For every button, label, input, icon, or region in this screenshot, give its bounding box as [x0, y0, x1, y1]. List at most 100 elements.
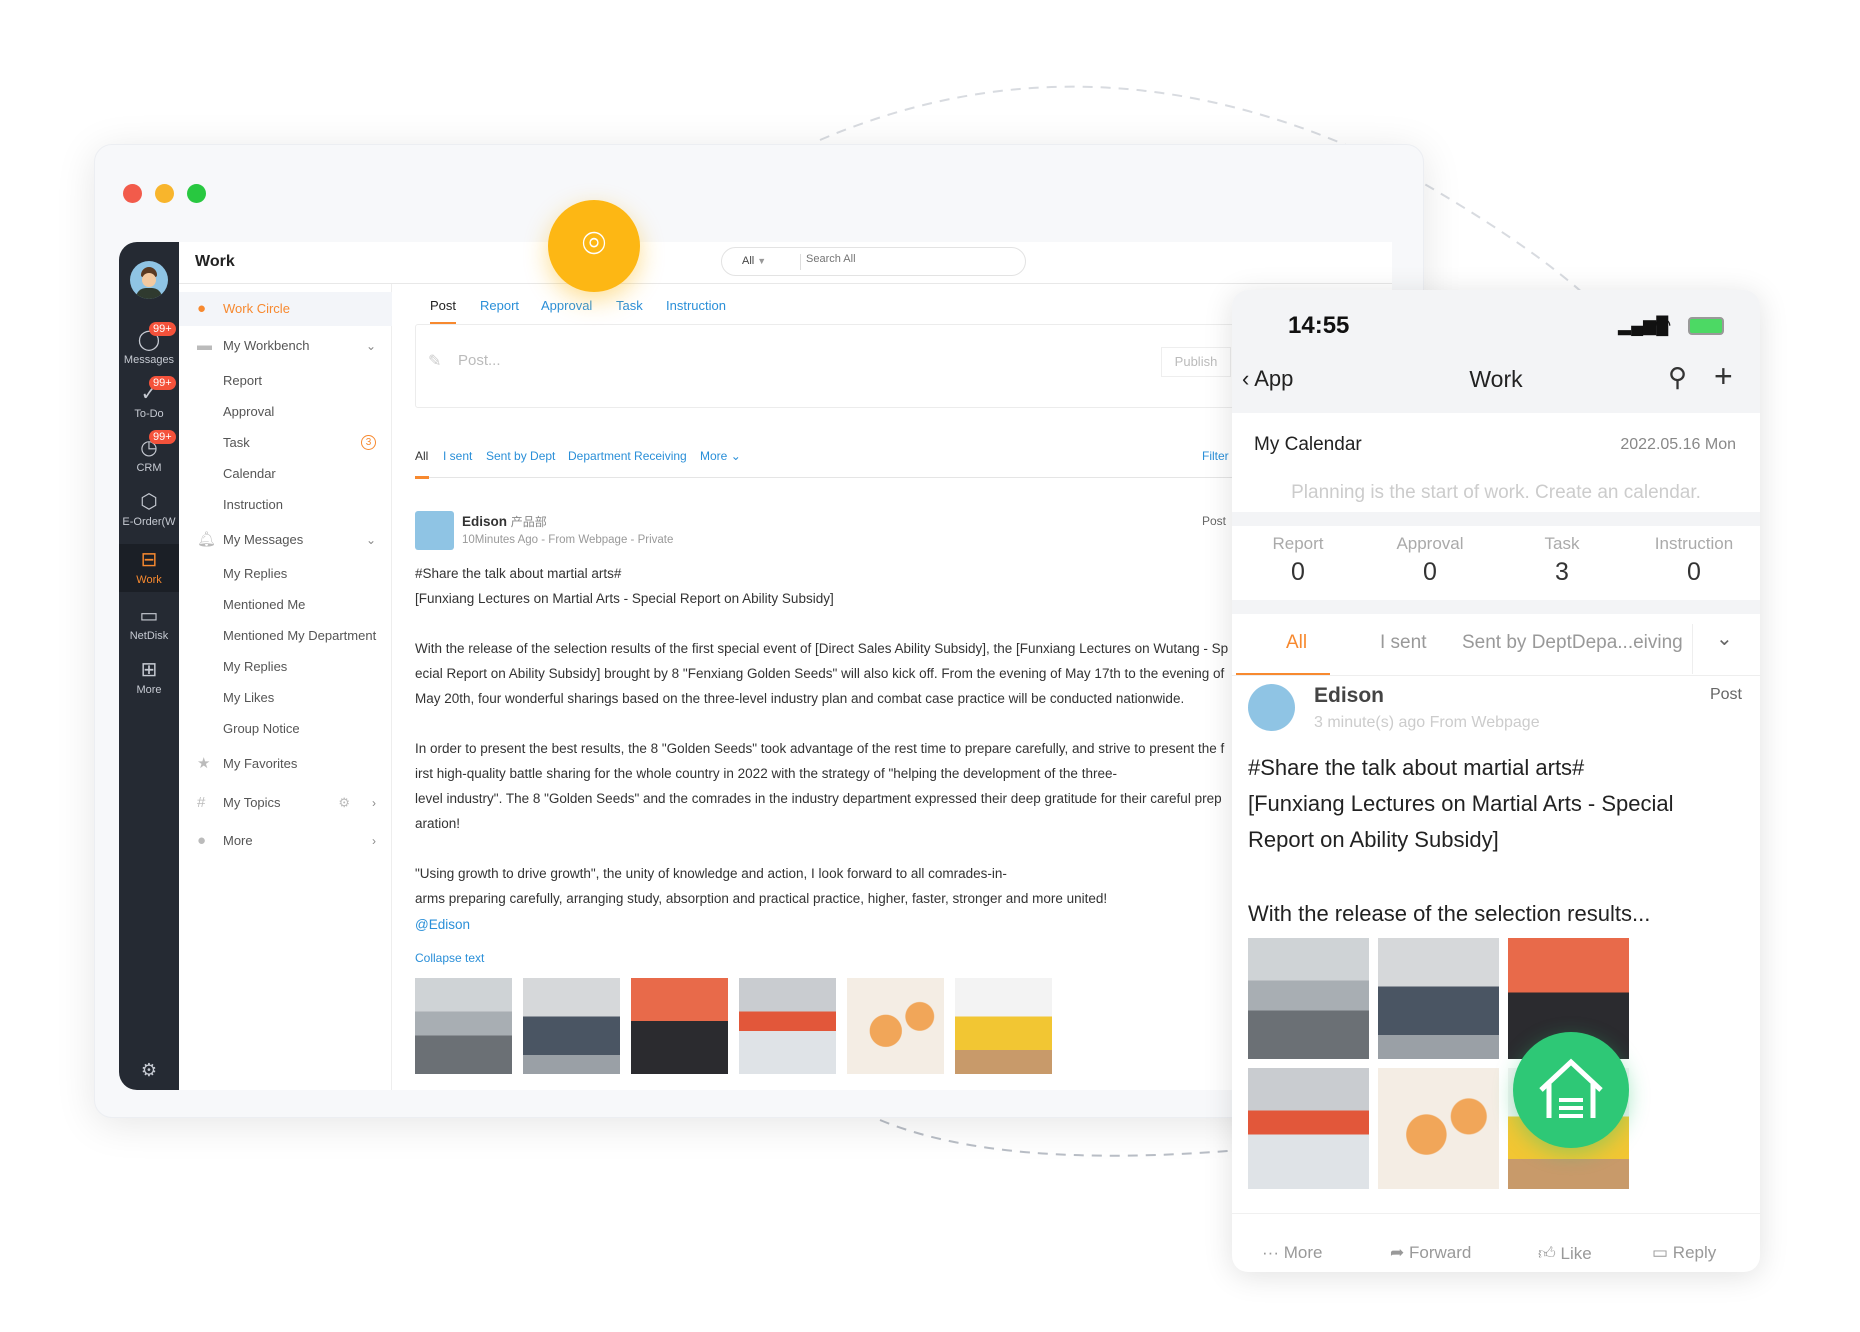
- sidebar-item-workbench[interactable]: ▬ My Workbench ⌄: [179, 331, 392, 361]
- sidebar-item-favorites[interactable]: ★ My Favorites: [179, 749, 392, 779]
- sidebar-item-work-circle[interactable]: ● Work Circle: [179, 292, 392, 326]
- filter-all[interactable]: All: [415, 449, 428, 463]
- post-photo[interactable]: [631, 978, 728, 1074]
- post-photo[interactable]: [523, 978, 620, 1074]
- search-icon[interactable]: ⚲: [1668, 362, 1687, 393]
- phone-tab-dept[interactable]: Sent by DeptDepa...eiving: [1462, 632, 1683, 654]
- sidebar-item-report[interactable]: Report: [179, 366, 392, 396]
- post-photo[interactable]: [739, 978, 836, 1074]
- search-scope-select[interactable]: All ▼: [742, 255, 766, 267]
- tab-instruction[interactable]: Instruction: [666, 298, 726, 313]
- calendar-title[interactable]: My Calendar: [1254, 434, 1362, 456]
- rail-item-more[interactable]: ⊞ More: [119, 658, 179, 696]
- sidebar-item-task[interactable]: Task 3: [179, 428, 392, 458]
- rail-item-eorder[interactable]: ⬡ E-Order(W: [119, 490, 179, 528]
- section-divider: [1232, 600, 1760, 614]
- stat-value: 0: [1291, 558, 1305, 586]
- rail-label: Work: [136, 574, 162, 586]
- stat-task[interactable]: Task 3: [1496, 534, 1628, 587]
- tab-report[interactable]: Report: [480, 298, 519, 313]
- phone-tab-i-sent[interactable]: I sent: [1380, 632, 1426, 654]
- rail-item-crm[interactable]: ◷ 99+ CRM: [119, 430, 179, 474]
- mention-link[interactable]: @Edison: [415, 917, 470, 932]
- post-photo[interactable]: [1378, 1068, 1499, 1189]
- collapse-text-link[interactable]: Collapse text: [415, 951, 484, 965]
- author-avatar[interactable]: [415, 511, 454, 550]
- rail-label: To-Do: [134, 408, 164, 420]
- top-bar: Work All ▼: [179, 242, 1392, 284]
- sidebar-item-my-messages[interactable]: 🔔︎ My Messages ⌄: [179, 525, 392, 555]
- close-window-button[interactable]: [123, 184, 142, 203]
- sidebar-label: My Topics: [223, 795, 281, 810]
- post-photo[interactable]: [847, 978, 944, 1074]
- post-author[interactable]: Edison: [1314, 684, 1384, 708]
- rail-item-todo[interactable]: ✓ 99+ To-Do: [119, 376, 179, 420]
- sidebar-item-mentioned-me[interactable]: Mentioned Me: [179, 590, 392, 620]
- post-photo[interactable]: [1378, 938, 1499, 1059]
- work-circle-icon: ●: [197, 300, 207, 317]
- stat-approval[interactable]: Approval 0: [1364, 534, 1496, 587]
- post-photo[interactable]: [1248, 1068, 1369, 1189]
- sidebar-item-instruction[interactable]: Instruction: [179, 490, 392, 520]
- stat-label: Report: [1272, 534, 1324, 553]
- settings-gear-icon[interactable]: ⚙: [119, 1060, 179, 1081]
- avatar[interactable]: [130, 261, 168, 299]
- grid-icon: ⊞: [140, 659, 158, 681]
- reply-action[interactable]: ▭ Reply: [1652, 1243, 1716, 1263]
- sidebar-item-my-likes[interactable]: My Likes: [179, 683, 392, 713]
- filter-sent-by-dept[interactable]: Sent by Dept: [486, 449, 555, 463]
- add-icon[interactable]: +: [1714, 358, 1733, 395]
- forward-action[interactable]: ➦ Forward: [1390, 1243, 1471, 1263]
- filter-dept-receiving[interactable]: Department Receiving: [568, 449, 687, 463]
- rail-label: More: [136, 684, 162, 696]
- post-photo[interactable]: [1248, 938, 1369, 1059]
- phone-tab-all[interactable]: All: [1286, 632, 1307, 654]
- publish-button[interactable]: Publish: [1161, 347, 1231, 377]
- post-composer[interactable]: ✎ Post... Publish: [415, 324, 1235, 408]
- unread-badge: 99+: [149, 322, 176, 336]
- tab-post[interactable]: Post: [430, 298, 456, 313]
- sidebar-item-my-replies[interactable]: My Replies: [179, 559, 392, 589]
- sidebar-item-mentioned-dept[interactable]: Mentioned My Department: [179, 621, 392, 651]
- action-label: More: [1283, 1243, 1323, 1262]
- post-summary[interactable]: With the release of the selection result…: [1248, 901, 1650, 927]
- post-photo[interactable]: [415, 978, 512, 1074]
- rail-item-netdisk[interactable]: ▭ NetDisk: [119, 604, 179, 642]
- gear-icon[interactable]: ⚙: [338, 788, 350, 818]
- back-button[interactable]: ‹ App: [1242, 366, 1293, 392]
- filter-i-sent[interactable]: I sent: [443, 449, 472, 463]
- stat-instruction[interactable]: Instruction 0: [1628, 534, 1760, 587]
- filter-button[interactable]: Filter: [1202, 449, 1229, 463]
- post-photo[interactable]: [955, 978, 1052, 1074]
- tab-task[interactable]: Task: [616, 298, 643, 313]
- global-search[interactable]: All ▼: [721, 247, 1026, 276]
- stat-report[interactable]: Report 0: [1232, 534, 1364, 587]
- filter-more[interactable]: More ⌄: [700, 449, 741, 463]
- sidebar-item-calendar[interactable]: Calendar: [179, 459, 392, 489]
- search-input[interactable]: [806, 253, 1006, 265]
- chevron-down-icon[interactable]: ⌄: [1716, 626, 1733, 651]
- rail-item-messages[interactable]: ◯ 99+ Messages: [119, 322, 179, 366]
- mobile-app: 14:55 ▂▄▆█ ◠ ‹ App Work ⚲ + My Calendar …: [1232, 290, 1760, 1272]
- tab-approval[interactable]: Approval: [541, 298, 592, 313]
- post-line: May 20th, four wonderful sharings based …: [415, 691, 1185, 706]
- sidebar-item-more[interactable]: ● More ›: [179, 826, 392, 856]
- sidebar-item-my-replies-2[interactable]: My Replies: [179, 652, 392, 682]
- post-line: In order to present the best results, th…: [415, 741, 1225, 756]
- rail-item-work[interactable]: ⊟ Work: [119, 544, 179, 592]
- sidebar-item-group-notice[interactable]: Group Notice: [179, 714, 392, 744]
- more-action[interactable]: ··· More: [1262, 1243, 1322, 1263]
- sidebar-label: More: [223, 833, 253, 848]
- star-icon: ★: [197, 755, 211, 772]
- sidebar-item-topics[interactable]: # My Topics ⚙ ›: [179, 788, 392, 818]
- calendar-hint[interactable]: Planning is the start of work. Create an…: [1232, 482, 1760, 504]
- divider: [1232, 675, 1760, 676]
- stat-value: 0: [1423, 558, 1437, 586]
- sidebar-item-approval[interactable]: Approval: [179, 397, 392, 427]
- post-author[interactable]: Edison 产品部: [462, 513, 547, 530]
- maximize-window-button[interactable]: [187, 184, 206, 203]
- minimize-window-button[interactable]: [155, 184, 174, 203]
- post-line: "Using growth to drive growth", the unit…: [415, 866, 1007, 881]
- like-action[interactable]: 👍︎ Like: [1538, 1243, 1592, 1264]
- author-avatar[interactable]: [1248, 684, 1295, 731]
